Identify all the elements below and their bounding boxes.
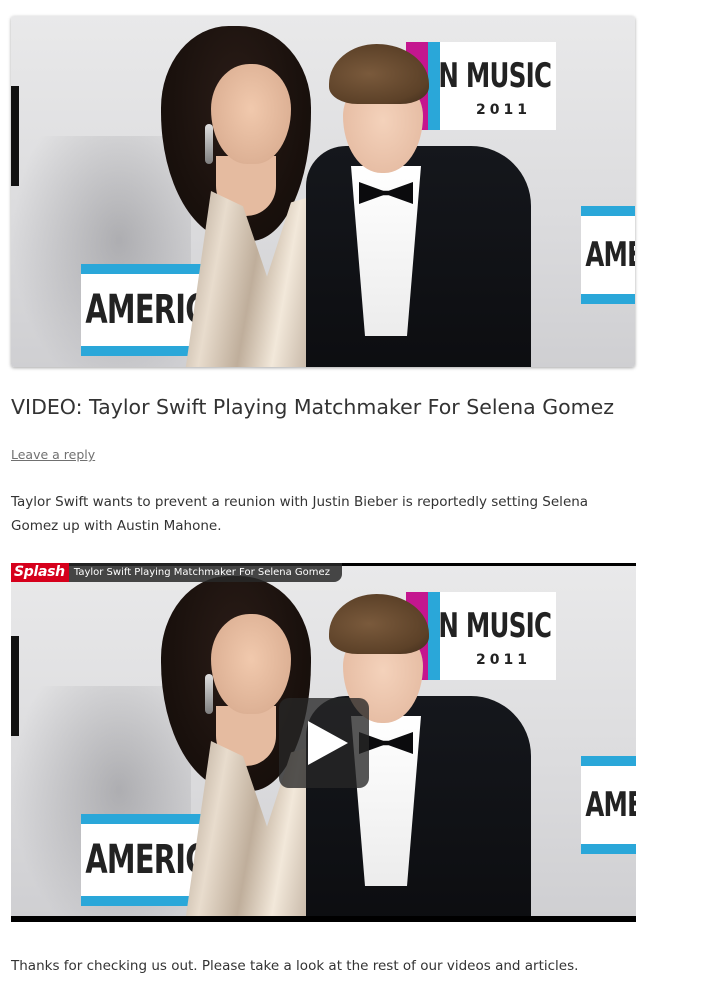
backdrop-logo-edge xyxy=(11,86,19,186)
awards-banner-top-text: N MUSIC AWARDS xyxy=(438,606,556,646)
intro-paragraph: Taylor Swift wants to prevent a reunion … xyxy=(11,494,589,534)
video-title[interactable]: Taylor Swift Playing Matchmaker For Sele… xyxy=(68,563,342,582)
earring xyxy=(205,674,213,714)
backdrop-logo-edge xyxy=(11,636,19,736)
featured-photo: N MUSIC AWARDS 2011 AMERICAN MU AMERIC xyxy=(11,16,635,367)
woman-face xyxy=(211,614,291,714)
article-page: N MUSIC AWARDS 2011 AMERICAN MU AMERIC V… xyxy=(0,0,701,995)
awards-banner-left-text: AMERICAN MU xyxy=(85,287,211,333)
video-title-bar: Splash Taylor Swift Playing Matchmaker F… xyxy=(11,563,342,582)
awards-banner-right-text: AMERIC xyxy=(585,785,636,825)
featured-image[interactable]: N MUSIC AWARDS 2011 AMERICAN MU AMERIC xyxy=(11,16,635,367)
post-title[interactable]: VIDEO: Taylor Swift Playing Matchmaker F… xyxy=(11,392,614,422)
awards-banner-top-text: N MUSIC AWARDS xyxy=(438,56,556,96)
awards-banner-right: AMERIC xyxy=(581,756,636,854)
earring xyxy=(205,124,213,164)
video-player[interactable]: N MUSIC AWARDS 2011 AMERICAN MU AMERIC S… xyxy=(11,563,636,922)
woman-face xyxy=(211,64,291,164)
play-icon xyxy=(308,721,348,765)
awards-banner-right-text: AMERIC xyxy=(585,235,635,275)
splash-logo[interactable]: Splash xyxy=(11,563,69,582)
awards-banner-left-text: AMERICAN MU xyxy=(85,837,211,883)
awards-banner-right: AMERIC xyxy=(581,206,635,304)
play-button[interactable] xyxy=(279,698,369,788)
outro-paragraph: Thanks for checking us out. Please take … xyxy=(11,958,579,974)
leave-reply-link[interactable]: Leave a reply xyxy=(11,446,95,464)
awards-banner-year: 2011 xyxy=(476,102,531,118)
awards-banner-year: 2011 xyxy=(476,652,531,668)
